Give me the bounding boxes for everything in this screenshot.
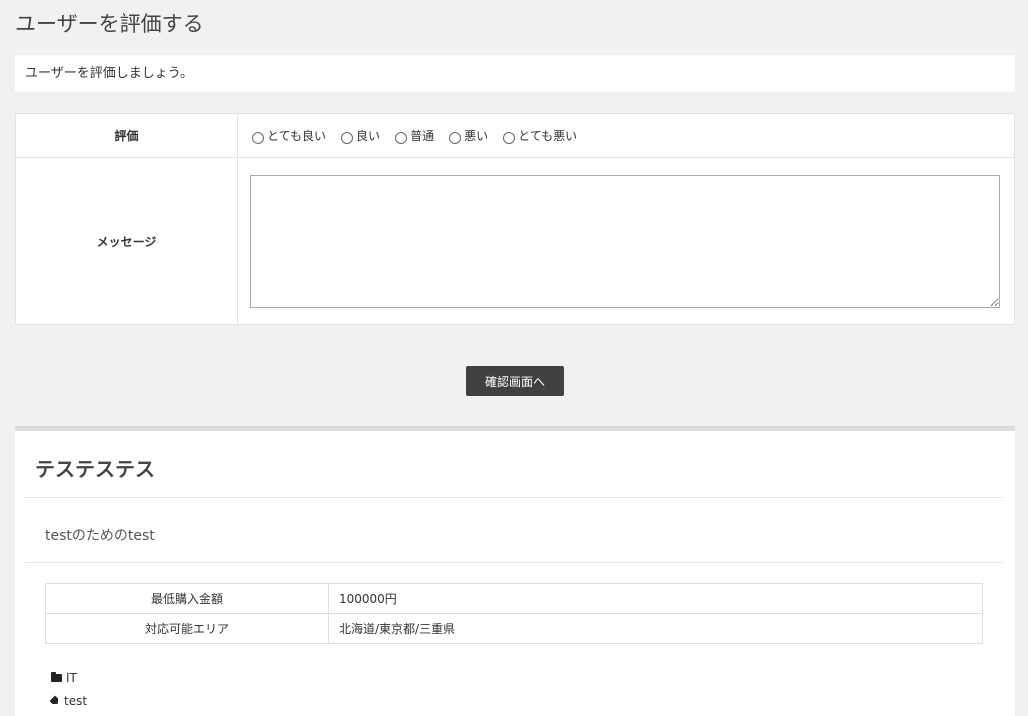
radio-label[interactable]: 良い [356,127,380,144]
divider [25,562,1003,563]
divider [25,497,1003,498]
radio-label[interactable]: とても良い [267,127,326,144]
message-cell [237,157,1015,325]
detail-label: 最低購入金額 [45,583,329,614]
radio-button[interactable] [341,131,354,144]
rating-cell: とても良い 良い 普通 悪い とても悪い [237,113,1015,158]
table-row: 最低購入金額 100000円 [45,583,983,614]
tag-link[interactable]: test [51,694,87,708]
radio-button[interactable] [449,131,462,144]
category-label[interactable]: IT [66,671,77,685]
radio-button[interactable] [503,131,516,144]
rating-option-very-bad[interactable]: とても悪い [501,127,577,144]
rating-option-bad[interactable]: 悪い [447,127,488,144]
radio-button[interactable] [395,131,408,144]
page-title: ユーザーを評価する [15,12,204,36]
folder-icon [51,672,62,682]
rating-row: 評価 とても良い 良い 普通 悪い とても悪い [15,113,1015,158]
message-row: メッセージ [15,157,1015,325]
detail-value: 北海道/東京都/三重県 [328,613,983,644]
detail-value: 100000円 [328,583,983,614]
rating-option-good[interactable]: 良い [339,127,380,144]
detail-label: 対応可能エリア [45,613,329,644]
card-description: testのためのtest [45,528,155,544]
radio-label[interactable]: 普通 [410,127,434,144]
rating-option-normal[interactable]: 普通 [393,127,434,144]
category-link[interactable]: IT [51,671,77,685]
radio-label[interactable]: 悪い [464,127,488,144]
listing-card: テステステス testのためのtest 最低購入金額 100000円 対応可能エ… [15,426,1015,716]
radio-button[interactable] [252,131,264,144]
table-row: 対応可能エリア 北海道/東京都/三重県 [45,613,983,644]
intro-box: ユーザーを評価しましょう。 [15,55,1015,92]
intro-text: ユーザーを評価しましょう。 [25,66,193,81]
review-form: 評価 とても良い 良い 普通 悪い とても悪い メッセージ [15,113,1015,325]
rating-option-very-good[interactable]: とても良い [250,127,326,144]
tag-icon [49,695,60,706]
rating-radio-group: とても良い 良い 普通 悪い とても悪い [250,127,1013,144]
confirm-button[interactable]: 確認画面へ [466,366,564,396]
rating-label: 評価 [15,113,238,158]
card-title: テステステス [35,457,155,481]
message-label: メッセージ [15,157,238,325]
tag-label[interactable]: test [64,694,87,708]
radio-label[interactable]: とても悪い [518,127,577,144]
details-table: 最低購入金額 100000円 対応可能エリア 北海道/東京都/三重県 [45,583,983,644]
message-textarea[interactable] [250,175,1000,308]
